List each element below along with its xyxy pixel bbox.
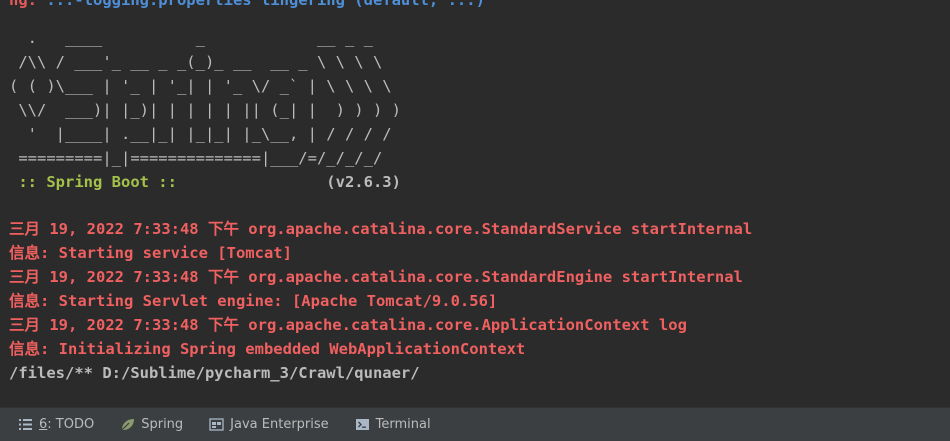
- ide-run-console-window: ng: ...-logging.properties lingering (de…: [0, 0, 950, 441]
- log-line-7: /files/** D:/Sublime/pycharm_3/Crawl/qun…: [9, 364, 420, 382]
- log-line-6: 信息: Initializing Spring embedded WebAppl…: [9, 340, 526, 358]
- spring-banner-line-5: ' |____| .__|_| |_|_| |_\__, | / / / /: [9, 125, 392, 143]
- spring-banner-line-4: \\/ ___)| |_)| | | | | || (_| | ) ) ) ): [9, 101, 401, 119]
- spring-banner-line-6: =========|_|==============|___/=/_/_/_/: [9, 149, 383, 167]
- tool-tab-todo-label: : TODO: [47, 417, 95, 432]
- spring-banner-line-2: /\\ / ___'_ __ _ _(_)_ __ __ _ \ \ \ \: [9, 53, 383, 71]
- bottom-tool-window-bar: 6: TODO Spring Java Enterprise Terminal: [0, 407, 950, 441]
- log-line-2: 信息: Starting service [Tomcat]: [9, 244, 292, 262]
- spring-boot-label: :: Spring Boot ::: [9, 173, 187, 191]
- tool-tab-spring[interactable]: Spring: [120, 408, 183, 441]
- truncated-line-link[interactable]: ...-logging.properties lingering (defaul…: [46, 0, 485, 9]
- spring-boot-version: (v2.6.3): [186, 173, 401, 191]
- tool-tab-terminal-label: Terminal: [375, 417, 431, 432]
- tool-tab-spring-label: Spring: [141, 417, 184, 432]
- tool-tab-todo[interactable]: 6: TODO: [18, 408, 94, 441]
- tool-tab-java-enterprise-label: Java Enterprise: [230, 417, 329, 432]
- spring-leaf-icon: [120, 417, 135, 432]
- log-line-4: 信息: Starting Servlet engine: [Apache Tom…: [9, 292, 498, 310]
- run-console-output[interactable]: ng: ...-logging.properties lingering (de…: [0, 0, 950, 407]
- tool-tab-todo-shortcut: 6: [39, 417, 48, 432]
- todo-list-icon: [18, 417, 33, 432]
- spring-banner-line-3: ( ( )\___ | '_ | '_| | '_ \/ _` | \ \ \ …: [9, 77, 392, 95]
- truncated-line-prefix: ng:: [9, 0, 47, 9]
- log-line-5: 三月 19, 2022 7:33:48 下午 org.apache.catali…: [9, 316, 687, 334]
- log-line-1: 三月 19, 2022 7:33:48 下午 org.apache.catali…: [9, 220, 753, 238]
- terminal-icon: [355, 417, 370, 432]
- truncated-top-line: ng: ...-logging.properties lingering (de…: [9, 0, 485, 12]
- java-enterprise-icon: [209, 417, 224, 432]
- tool-tab-java-enterprise[interactable]: Java Enterprise: [209, 408, 329, 441]
- spring-boot-version-line: :: Spring Boot :: (v2.6.3): [9, 170, 401, 194]
- spring-banner-line-1: . ____ _ __ _ _: [9, 29, 373, 47]
- log-line-3: 三月 19, 2022 7:33:48 下午 org.apache.catali…: [9, 268, 743, 286]
- tool-tab-terminal[interactable]: Terminal: [355, 408, 431, 441]
